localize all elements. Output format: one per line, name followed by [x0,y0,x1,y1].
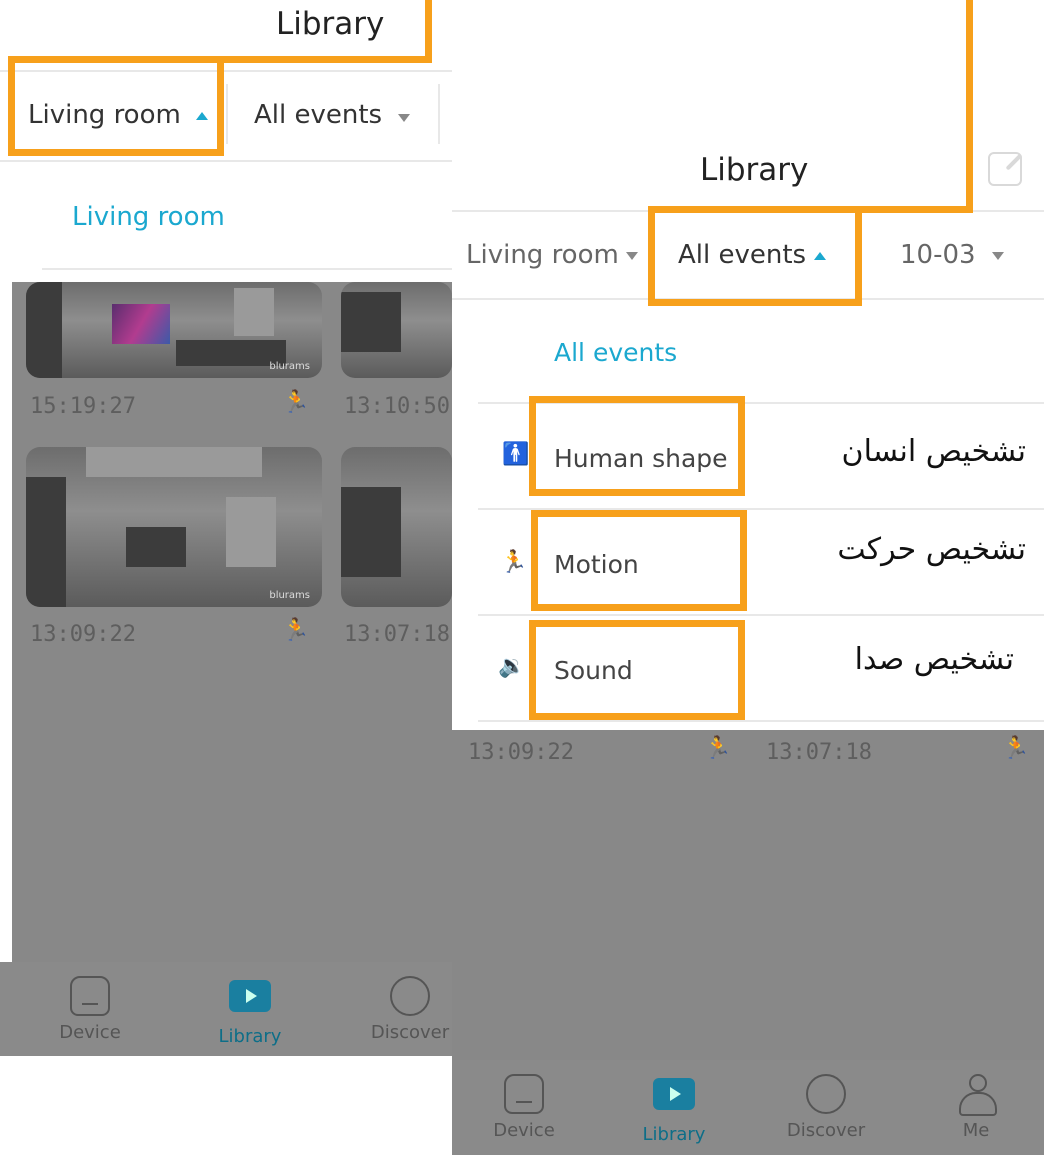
highlight-human-shape [529,396,745,496]
dropdown-option-living-room[interactable]: Living room [72,202,225,232]
clip-time: 13:07:18 [766,740,872,765]
tab-label: Discover [370,1022,450,1043]
highlight-motion [531,510,747,611]
caret-down-icon [398,114,410,122]
divider [226,84,228,144]
clip-thumbnail[interactable] [341,282,452,378]
library-screen-device-filter: Library Living room All events Living ro… [0,0,452,1056]
speaker-icon: 🔉 [498,654,526,679]
divider [438,84,440,144]
tab-label: Device [59,1022,121,1043]
tab-bar: Device Library Discover [0,962,452,1056]
motion-icon: 🏃 [1002,736,1030,761]
tab-label: Library [642,1124,706,1145]
clip-time: 13:09:22 [468,740,574,765]
clip-time: 13:10:50 [344,394,450,419]
events-filter[interactable]: All events [254,100,382,130]
highlight-device-filter [8,56,224,156]
highlight-connector [855,206,973,213]
tab-label: Library [218,1026,282,1047]
highlight-events-filter [648,206,862,306]
library-icon [653,1078,695,1110]
tab-discover[interactable]: Discover [350,976,452,1043]
thumbnail-brand: blurams [269,361,310,372]
divider [0,160,452,162]
tab-bar: Device Library Discover Me [452,1060,1044,1155]
divider [478,614,1044,616]
house-icon [504,1074,544,1114]
motion-icon: 🏃 [704,736,732,761]
tab-discover[interactable]: Discover [766,1074,886,1141]
annotation-human: تشخیص انسان [841,434,1026,469]
clip-time: 13:07:18 [344,622,450,647]
clip-thumbnail[interactable]: blurams [26,447,322,607]
highlight-sound [529,620,745,720]
tab-device[interactable]: Device [464,1074,584,1141]
highlight-connector [425,0,432,63]
page-title: Library [700,152,809,188]
dim-overlay: blurams 15:19:27 🏃 13:10:50 blurams 13:0… [12,282,452,962]
person-outline-icon [956,1074,997,1116]
clip-time: 15:19:27 [30,394,136,419]
tab-label: Device [493,1120,555,1141]
bulb-icon [806,1074,846,1114]
tab-library[interactable]: Library [614,1074,734,1145]
house-icon [70,976,110,1016]
annotation-motion: تشخیص حرکت [837,532,1026,567]
device-filter[interactable]: Living room [466,240,619,270]
dim-overlay: 13:09:22 🏃 13:07:18 🏃 [452,730,1044,1060]
tab-library[interactable]: Library [190,976,310,1047]
bulb-icon [390,976,430,1016]
clip-thumbnail[interactable] [341,447,452,607]
page-title: Library [276,6,385,42]
library-icon [229,980,271,1012]
tab-label: Me [962,1120,990,1141]
clip-time: 13:09:22 [30,622,136,647]
thumbnail-brand: blurams [269,590,310,601]
highlight-connector [200,56,432,63]
clip-thumbnail[interactable]: blurams [26,282,322,378]
motion-icon: 🏃 [500,550,528,575]
tab-me[interactable]: Me [916,1074,1036,1141]
motion-icon: 🏃 [282,390,310,415]
divider [478,720,1044,722]
dropdown-option-all-events[interactable]: All events [554,338,677,367]
date-filter[interactable]: 10-03 [900,240,976,270]
caret-down-icon [992,252,1004,260]
person-icon: 🚹 [502,442,530,467]
annotation-sound: تشخیص صدا [854,642,1014,677]
motion-icon: 🏃 [282,618,310,643]
divider [42,268,452,270]
tab-device[interactable]: Device [30,976,150,1043]
caret-down-icon [626,252,638,260]
highlight-connector [966,0,973,213]
tab-label: Discover [786,1120,866,1141]
edit-icon[interactable] [988,152,1022,186]
